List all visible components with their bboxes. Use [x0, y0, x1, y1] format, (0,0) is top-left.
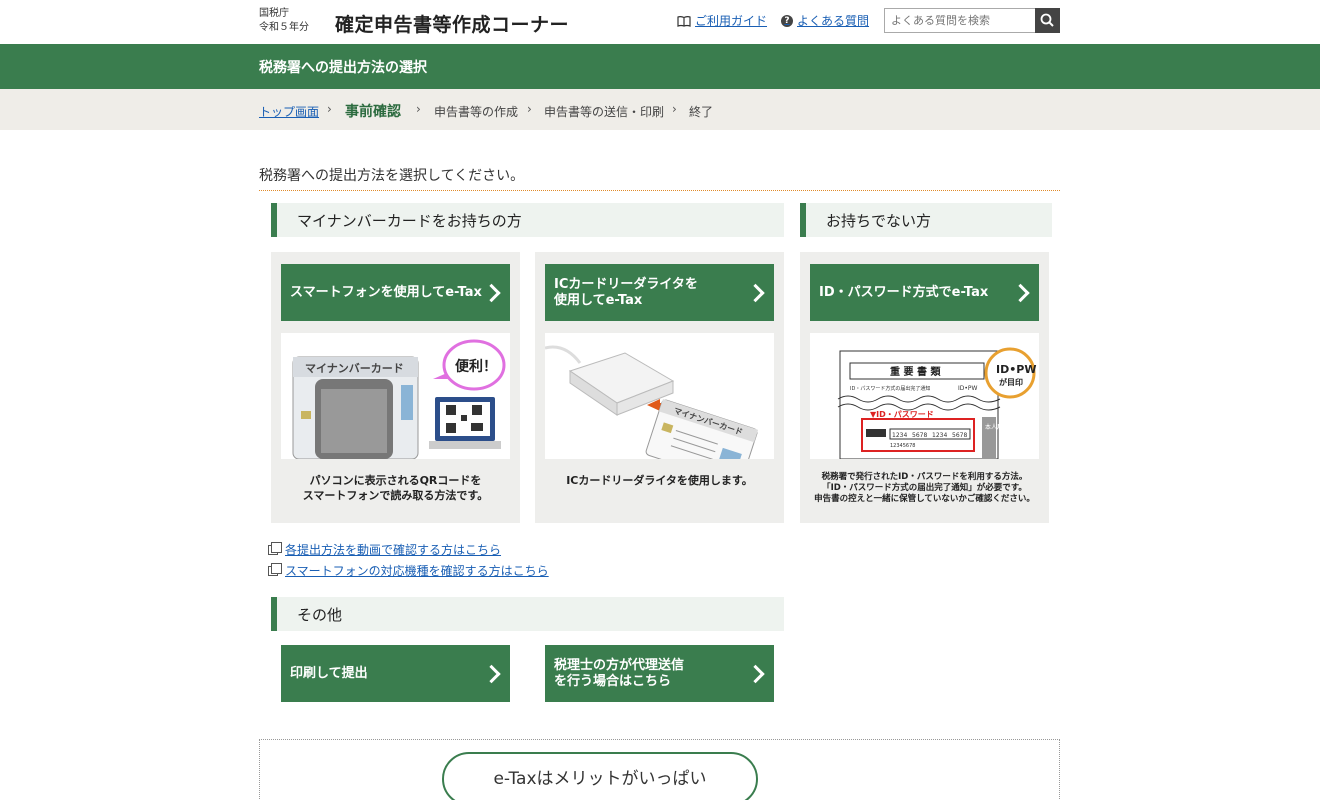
section-other: その他: [271, 597, 784, 631]
breadcrumb: トップ画面 › 事前確認 › 申告書等の作成 › 申告書等の送信・印刷 › 終了: [0, 89, 1320, 130]
smartphone-etax-card: スマートフォンを使用してe-Tax マイナンバーカード 便利！ パソコンに表示さ…: [271, 252, 520, 523]
breadcrumb-top[interactable]: トップ画面: [259, 103, 319, 120]
video-guide-link-label[interactable]: 各提出方法を動画で確認する方はこちら: [285, 541, 501, 558]
chevron-right-icon: [1011, 283, 1030, 302]
chevron-right-icon: [746, 664, 765, 683]
id-number-1: 1234: [892, 432, 907, 439]
breadcrumb-chevron-icon: ›: [416, 102, 421, 116]
id-password-etax-description: 税務署で発行されたID・パスワードを利用する方法。 「ID・パスワード方式の届出…: [814, 472, 1035, 504]
breadcrumb-chevron-icon: ›: [527, 102, 532, 116]
section-with-card-title: マイナンバーカードをお持ちの方: [297, 212, 522, 230]
breadcrumb-chevron-icon: ›: [672, 102, 677, 116]
agency-name: 国税庁: [259, 8, 289, 19]
breadcrumb-step-send: 申告書等の送信・印刷: [544, 105, 665, 119]
breadcrumb-current: 事前確認: [345, 104, 401, 120]
section-with-card: マイナンバーカードをお持ちの方: [271, 203, 784, 237]
stamp-line2: が目印: [999, 377, 1023, 387]
smartphone-qr-icon: マイナンバーカード 便利！: [292, 339, 506, 459]
id-number-2: 5678: [912, 432, 927, 439]
faq-link-label[interactable]: よくある質問: [797, 12, 869, 29]
chevron-right-icon: [746, 283, 765, 302]
chevron-right-icon: [482, 664, 501, 683]
book-icon: [677, 15, 691, 27]
id-password-etax-card: ID・パスワード方式でe-Tax 重 要 書 類 ID・パスワード方式の届出完了…: [800, 252, 1049, 523]
search-icon: [1040, 13, 1054, 27]
breadcrumb-step-end: 終了: [689, 105, 714, 119]
instruction-text: 税務署への提出方法を選択してください。: [259, 168, 525, 184]
etax-merit-button[interactable]: e-Taxはメリットがいっぱい: [442, 752, 758, 800]
faq-link[interactable]: ? よくある質問: [781, 12, 869, 29]
tax-accountant-button-label: 税理士の方が代理送信 を行う場合はこちら: [554, 657, 685, 689]
doc-title: 重 要 書 類: [890, 365, 941, 378]
smartphone-etax-description: パソコンに表示されるQRコードを スマートフォンで読み取る方法です。: [302, 474, 489, 502]
id-number-4: 5678: [952, 432, 967, 439]
section-without-card-title: お持ちでない方: [826, 212, 932, 230]
id-password-document-icon: 重 要 書 類 ID・パスワード方式の届出完了通知 ID•PW ▼ID・パスワー…: [837, 347, 1036, 459]
ic-reader-etax-button[interactable]: ICカードリーダライタを 使用してe-Tax: [545, 264, 774, 321]
id-password-etax-button-label: ID・パスワード方式でe-Tax: [819, 284, 989, 300]
faq-search-input[interactable]: [884, 8, 1036, 33]
breadcrumb-step-create: 申告書等の作成: [434, 105, 519, 119]
external-window-icon: [268, 562, 282, 576]
external-window-icon: [268, 541, 282, 555]
id-password-illustration: 重 要 書 類 ID・パスワード方式の届出完了通知 ID•PW ▼ID・パスワー…: [810, 333, 1039, 459]
smartphone-etax-button[interactable]: スマートフォンを使用してe-Tax: [281, 264, 510, 321]
tax-year: 令和５年分: [259, 22, 309, 33]
my-number-card-label: マイナンバーカード: [305, 362, 404, 375]
convenient-bubble: 便利！: [455, 358, 497, 375]
chevron-right-icon: [482, 283, 501, 302]
smartphone-illustration: マイナンバーカード 便利！: [281, 333, 510, 459]
guide-link[interactable]: ご利用ガイド: [677, 12, 767, 29]
ic-reader-etax-description: ICカードリーダライタを使用します。: [566, 474, 753, 487]
breadcrumb-chevron-icon: ›: [327, 102, 332, 116]
side-label: 本人用: [985, 423, 1003, 431]
card-reader-icon: マイナンバーカード: [545, 345, 759, 459]
supported-devices-link[interactable]: スマートフォンの対応機種を確認する方はこちら: [268, 562, 549, 579]
page-title: 税務署への提出方法の選択: [259, 60, 427, 76]
ic-reader-etax-card: ICカードリーダライタを 使用してe-Tax マイナンバーカード ICカードリー…: [535, 252, 784, 523]
smartphone-etax-button-label: スマートフォンを使用してe-Tax: [290, 284, 482, 300]
ic-reader-etax-button-label: ICカードリーダライタを 使用してe-Tax: [554, 276, 698, 308]
agency-label: 国税庁 令和５年分: [259, 7, 309, 35]
id-password-header: ▼ID・パスワード: [870, 409, 934, 419]
ic-reader-illustration: マイナンバーカード: [545, 333, 774, 459]
tax-accountant-button[interactable]: 税理士の方が代理送信 を行う場合はこちら: [545, 645, 774, 702]
id-number-3: 1234: [932, 432, 947, 439]
guide-link-label[interactable]: ご利用ガイド: [695, 12, 767, 29]
section-other-title: その他: [297, 606, 343, 624]
site-title[interactable]: 確定申告書等作成コーナー: [335, 10, 569, 37]
divider: [259, 190, 1060, 191]
doc-tag: ID•PW: [958, 385, 978, 392]
page-title-bar: 税務署への提出方法の選択: [0, 44, 1320, 89]
doc-subtitle: ID・パスワード方式の届出完了通知: [850, 385, 930, 392]
stamp-line1: ID•PW: [996, 363, 1036, 376]
id-small-number: 12345678: [890, 443, 915, 449]
id-password-etax-button[interactable]: ID・パスワード方式でe-Tax: [810, 264, 1039, 321]
section-without-card: お持ちでない方: [800, 203, 1052, 237]
video-guide-link[interactable]: 各提出方法を動画で確認する方はこちら: [268, 541, 501, 558]
print-submit-button-label: 印刷して提出: [290, 665, 368, 681]
site-header: 国税庁 令和５年分 確定申告書等作成コーナー ご利用ガイド ? よくある質問: [0, 0, 1320, 44]
search-button[interactable]: [1035, 8, 1060, 33]
print-submit-button[interactable]: 印刷して提出: [281, 645, 510, 702]
question-icon: ?: [781, 14, 793, 27]
supported-devices-link-label[interactable]: スマートフォンの対応機種を確認する方はこちら: [285, 562, 549, 579]
